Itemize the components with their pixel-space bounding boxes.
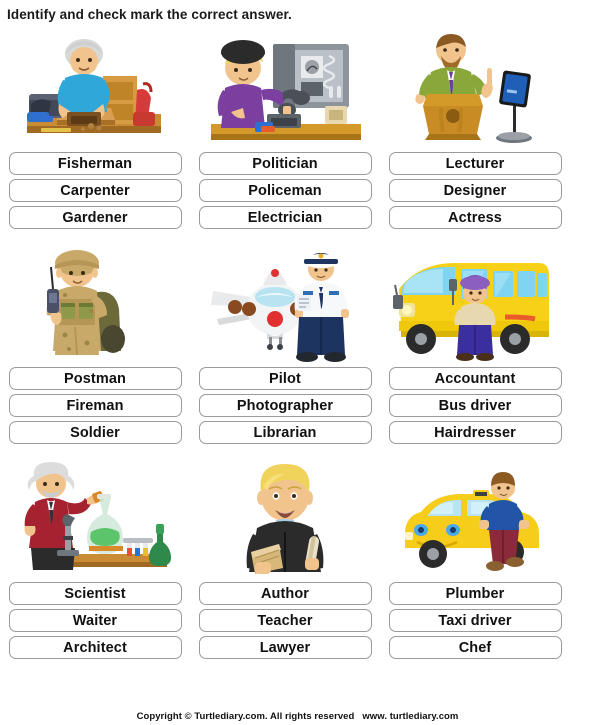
soldier-illustration	[7, 243, 183, 365]
carpenter-illustration	[7, 28, 183, 150]
website-url: www. turtlediary.com	[362, 711, 459, 722]
question-cell: Lecturer Designer Actress	[380, 28, 570, 229]
option-button[interactable]: Plumber	[388, 582, 562, 605]
option-button[interactable]: Hairdresser	[388, 421, 562, 444]
option-group: Accountant Bus driver Hairdresser	[388, 367, 562, 444]
option-group: Postman Fireman Soldier	[8, 367, 182, 444]
question-row: Scientist Waiter Architect Author Teache…	[0, 458, 595, 659]
option-button[interactable]: Politician	[198, 152, 372, 175]
option-button[interactable]: Electrician	[198, 206, 372, 229]
question-cell: Politician Policeman Electrician	[190, 28, 380, 229]
option-button[interactable]: Librarian	[198, 421, 372, 444]
question-cell: Author Teacher Lawyer	[190, 458, 380, 659]
question-grid: Fisherman Carpenter Gardener Politician …	[0, 28, 595, 659]
option-group: Fisherman Carpenter Gardener	[8, 152, 182, 229]
option-button[interactable]: Teacher	[198, 609, 372, 632]
option-group: Politician Policeman Electrician	[198, 152, 372, 229]
bus-driver-illustration	[387, 243, 563, 365]
question-row: Postman Fireman Soldier Pilot Photograph…	[0, 243, 595, 444]
option-group: Author Teacher Lawyer	[198, 582, 372, 659]
option-group: Scientist Waiter Architect	[8, 582, 182, 659]
option-button[interactable]: Lecturer	[388, 152, 562, 175]
question-cell: Pilot Photographer Librarian	[190, 243, 380, 444]
lawyer-illustration	[197, 458, 373, 580]
row-spacer	[0, 229, 595, 243]
page-title: Identify and check mark the correct answ…	[7, 7, 292, 22]
option-button[interactable]: Actress	[388, 206, 562, 229]
question-cell: Plumber Taxi driver Chef	[380, 458, 570, 659]
option-button[interactable]: Pilot	[198, 367, 372, 390]
option-button[interactable]: Carpenter	[8, 179, 182, 202]
electrician-illustration	[197, 28, 373, 150]
option-button[interactable]: Fisherman	[8, 152, 182, 175]
question-cell: Postman Fireman Soldier	[0, 243, 190, 444]
question-row: Fisherman Carpenter Gardener Politician …	[0, 28, 595, 229]
question-cell: Scientist Waiter Architect	[0, 458, 190, 659]
option-button[interactable]: Waiter	[8, 609, 182, 632]
taxi-driver-illustration	[387, 458, 563, 580]
pilot-illustration	[197, 243, 373, 365]
lecturer-illustration	[387, 28, 563, 150]
option-button[interactable]: Chef	[388, 636, 562, 659]
option-button[interactable]: Bus driver	[388, 394, 562, 417]
option-button[interactable]: Lawyer	[198, 636, 372, 659]
question-cell: Accountant Bus driver Hairdresser	[380, 243, 570, 444]
option-button[interactable]: Scientist	[8, 582, 182, 605]
option-button[interactable]: Photographer	[198, 394, 372, 417]
option-group: Pilot Photographer Librarian	[198, 367, 372, 444]
option-button[interactable]: Policeman	[198, 179, 372, 202]
option-button[interactable]: Soldier	[8, 421, 182, 444]
copyright-text: Copyright © Turtlediary.com. All rights …	[136, 711, 355, 722]
option-button[interactable]: Postman	[8, 367, 182, 390]
option-button[interactable]: Taxi driver	[388, 609, 562, 632]
option-button[interactable]: Author	[198, 582, 372, 605]
question-cell: Fisherman Carpenter Gardener	[0, 28, 190, 229]
option-button[interactable]: Designer	[388, 179, 562, 202]
option-button[interactable]: Architect	[8, 636, 182, 659]
option-button[interactable]: Accountant	[388, 367, 562, 390]
option-group: Lecturer Designer Actress	[388, 152, 562, 229]
footer: Copyright © Turtlediary.com. All rights …	[0, 711, 595, 722]
scientist-illustration	[7, 458, 183, 580]
row-spacer	[0, 444, 595, 458]
option-button[interactable]: Fireman	[8, 394, 182, 417]
option-button[interactable]: Gardener	[8, 206, 182, 229]
option-group: Plumber Taxi driver Chef	[388, 582, 562, 659]
worksheet-page: Identify and check mark the correct answ…	[0, 0, 595, 725]
